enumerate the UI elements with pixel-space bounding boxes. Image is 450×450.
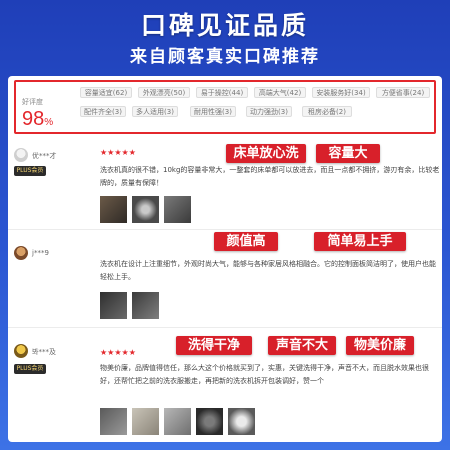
review-photo[interactable] [164, 408, 191, 435]
tag-durable[interactable]: 耐用性强(3) [190, 106, 236, 117]
plus-member-badge: PLUS会员 [14, 364, 46, 374]
review-photo[interactable] [100, 408, 127, 435]
tag-easy-control[interactable]: 易于操控(44) [196, 87, 248, 98]
review-text: 洗衣机在设计上注重细节，外观时尚大气，能够与各种家居风格相融合。它的控制面板简洁… [100, 260, 436, 281]
star-rating: ★★★★★ [100, 148, 136, 157]
reviews-panel: 好评度 98% 容量适宜(62) 外观漂亮(50) 易于操控(44) 高端大气(… [8, 76, 442, 442]
avatar [14, 344, 28, 358]
review-photo[interactable] [100, 196, 127, 223]
tag-multi-user[interactable]: 多人适用(3) [132, 106, 178, 117]
highlight-badge: 颜值高 [214, 232, 278, 251]
tag-appearance[interactable]: 外观漂亮(50) [138, 87, 190, 98]
review-username: j***9 [32, 249, 49, 257]
review-photo[interactable] [132, 196, 159, 223]
highlight-badge: 容量大 [316, 144, 380, 163]
review-photo[interactable] [100, 292, 127, 319]
highlight-badge: 床单放心洗 [226, 144, 306, 163]
review-text: 物美价廉，品牌值得信任，那么大这个价格就买到了，实惠，关键洗得干净，声音不大，而… [100, 364, 429, 385]
tag-premium[interactable]: 高端大气(42) [254, 87, 306, 98]
plus-member-badge: PLUS会员 [14, 166, 46, 176]
review-photo[interactable] [164, 196, 191, 223]
star-rating: ★★★★★ [100, 348, 136, 357]
tag-convenient[interactable]: 方便省事(24) [376, 87, 430, 98]
tag-capacity[interactable]: 容量适宜(62) [80, 87, 132, 98]
review-item: j***9 颜值高 简单易上手 洗衣机在设计上注重细节，外观时尚大气，能够与各种… [8, 230, 442, 328]
highlight-badge: 物美价廉 [346, 336, 414, 355]
tag-install-service[interactable]: 安装服务好(34) [312, 87, 370, 98]
review-photo[interactable] [196, 408, 223, 435]
rating-summary: 好评度 98% 容量适宜(62) 外观漂亮(50) 易于操控(44) 高端大气(… [14, 80, 436, 134]
avatar [14, 148, 28, 162]
rating-percent: 98 [22, 108, 45, 130]
highlight-badge: 简单易上手 [314, 232, 406, 251]
review-photo[interactable] [132, 292, 159, 319]
review-username: 优***才 [32, 152, 57, 160]
rating-label: 好评度 [22, 98, 43, 106]
review-text: 洗衣机真的很不错，10kg的容量非常大，一整套的床单都可以放进去，而且一点都不拥… [100, 166, 440, 187]
review-item: 优***才 PLUS会员 ★★★★★ 床单放心洗 容量大 洗衣机真的很不错，10… [8, 138, 442, 230]
banner-title: 口碑见证品质 [140, 11, 309, 40]
highlight-badge: 声音不大 [268, 336, 336, 355]
review-photo[interactable] [228, 408, 255, 435]
highlight-badge: 洗得干净 [176, 336, 252, 355]
banner-subtitle: 来自顾客真实口碑推荐 [130, 47, 320, 67]
tag-rental[interactable]: 租房必备(2) [302, 106, 352, 117]
tag-accessories[interactable]: 配件齐全(3) [80, 106, 126, 117]
promo-banner: 口碑见证品质 来自顾客真实口碑推荐 [0, 0, 450, 74]
rating-unit: % [44, 117, 54, 128]
review-username: 봐***及 [32, 348, 56, 356]
tag-powerful[interactable]: 动力强劲(3) [246, 106, 292, 117]
rating-value: 98% [22, 108, 53, 131]
review-item: 봐***及 PLUS会员 ★★★★★ 洗得干净 声音不大 物美价廉 物美价廉，品… [8, 328, 442, 442]
avatar [14, 246, 28, 260]
review-photo[interactable] [132, 408, 159, 435]
